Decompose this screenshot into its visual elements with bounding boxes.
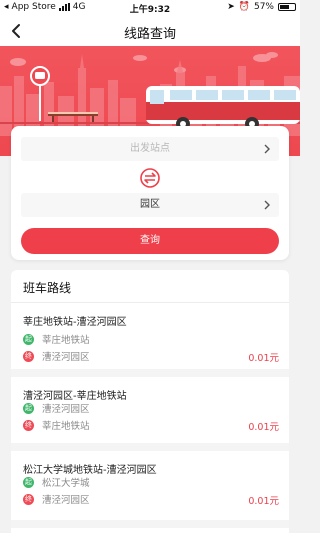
route-price: 0.01元 (248, 353, 279, 364)
start-stop-row: 起 莘庄地铁站 (23, 332, 90, 346)
route-item[interactable]: 漕泾河园区-莘庄地铁站 起 漕泾河园区 终 莘庄地铁站 0.01元 (11, 377, 289, 450)
end-stop-row: 终 漕泾河园区 (23, 349, 90, 363)
start-badge: 起 (23, 402, 34, 414)
end-stop-row: 终 莘庄地铁站 (23, 418, 90, 432)
start-stop-row: 起 漕泾河园区 (23, 401, 90, 415)
start-stop: 漕泾河园区 (42, 404, 90, 415)
route-name: 松江大学城地铁站-漕泾河园区 (23, 465, 157, 476)
end-stop: 莘庄地铁站 (42, 421, 90, 432)
destination-value: 园区 (140, 199, 160, 210)
route-price: 0.01元 (248, 422, 279, 433)
route-item[interactable]: 松江大学城地铁站-漕泾河园区 起 松江大学城 终 漕泾河园区 0.01元 (11, 451, 289, 524)
battery-icon (278, 3, 296, 11)
route-price: 0.01元 (248, 496, 279, 507)
route-separator (11, 369, 289, 377)
nav-bar: 线路查询 (0, 16, 300, 46)
chevron-right-icon (264, 200, 270, 210)
start-stop-row: 起 松江大学城 (23, 475, 90, 489)
end-stop: 漕泾河园区 (42, 352, 90, 363)
end-badge: 终 (23, 419, 34, 431)
route-name: 莘庄地铁站-漕泾河园区 (23, 317, 127, 328)
end-badge: 终 (23, 493, 34, 505)
start-stop: 松江大学城 (42, 478, 90, 489)
start-stop: 莘庄地铁站 (42, 335, 90, 346)
alarm-icon: ⏰ (238, 2, 250, 12)
departure-station-field[interactable]: 出发站点 (21, 137, 279, 161)
swap-icon[interactable] (139, 167, 161, 189)
end-stop-row: 终 漕泾河园区 (23, 492, 90, 506)
routes-section-title: 班车路线 (23, 281, 72, 295)
battery-percent: 57% (253, 2, 274, 12)
start-badge: 起 (23, 333, 34, 345)
routes-panel: 班车路线 莘庄地铁站-漕泾河园区 起 莘庄地铁站 终 漕泾河园区 0.01元 漕… (11, 270, 289, 533)
destination-station-field[interactable]: 园区 (21, 193, 279, 217)
route-name: 漕泾河园区-莘庄地铁站 (23, 391, 127, 402)
start-badge: 起 (23, 476, 34, 488)
search-card: 出发站点 园区 查询 (11, 126, 289, 260)
end-badge: 终 (23, 350, 34, 362)
location-icon: ➤ (227, 2, 235, 12)
route-separator (11, 443, 289, 451)
end-stop: 漕泾河园区 (42, 495, 90, 506)
query-button[interactable]: 查询 (21, 228, 279, 254)
page-title: 线路查询 (123, 27, 176, 42)
status-bar: ◂ App Store 4G 上午9:32 ➤ ⏰ 57% (0, 0, 300, 16)
departure-placeholder: 出发站点 (130, 143, 170, 154)
route-item[interactable]: 莘庄地铁站-漕泾河园区 起 莘庄地铁站 终 漕泾河园区 0.01元 (11, 303, 289, 376)
chevron-right-icon (264, 144, 270, 154)
route-separator (11, 520, 289, 528)
status-right: ➤ ⏰ 57% (227, 2, 296, 12)
